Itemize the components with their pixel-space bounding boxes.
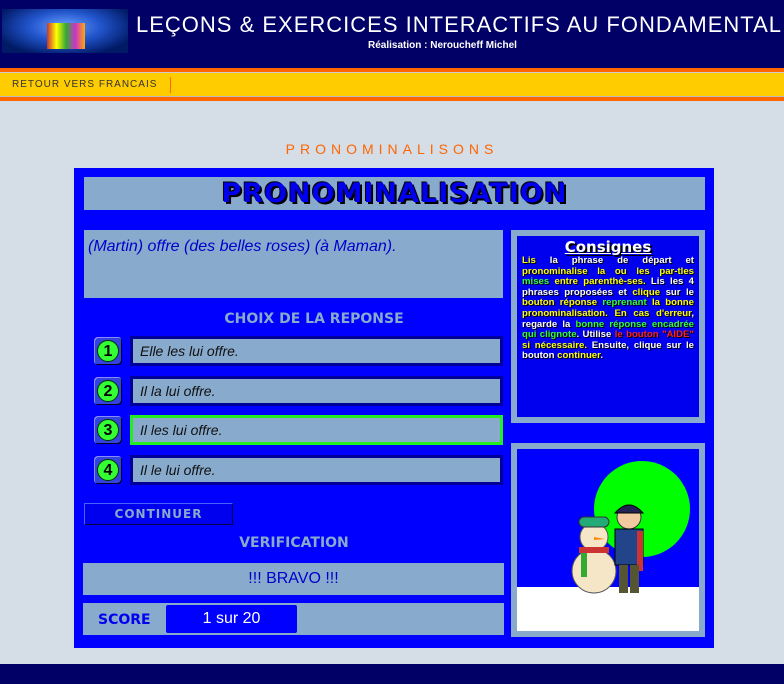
snowman-illustration xyxy=(517,449,699,631)
back-to-french-link[interactable]: RETOUR VERS FRANCAIS xyxy=(12,79,157,90)
exercise-panel: PRONOMINALISATION (Martin) offre (des be… xyxy=(74,168,714,648)
choice-number-3[interactable]: 3 xyxy=(94,416,122,444)
instruction-segment: continuer xyxy=(557,350,601,362)
number-badge: 2 xyxy=(97,380,119,402)
instruction-segment: la bonne xyxy=(651,297,694,309)
illustration-frame xyxy=(511,443,705,637)
instructions-box: Consignes Lis la phrase de départ et pro… xyxy=(511,230,705,423)
score-label: SCORE xyxy=(98,612,151,628)
instruction-segment: si nécessaire. xyxy=(522,339,588,351)
instruction-segment: la ou les par-tles xyxy=(597,265,694,277)
number-badge: 4 xyxy=(97,459,119,481)
instruction-segment: pronominalise xyxy=(522,265,598,277)
choice-number-2[interactable]: 2 xyxy=(94,377,122,405)
site-title: LEÇONS & EXERCICES INTERACTIFS AU FONDAM… xyxy=(136,12,783,37)
score-bar: SCORE 1 sur 20 xyxy=(83,603,504,635)
instruction-segment: le bouton "AIDE" xyxy=(614,329,694,341)
instruction-segment: bouton réponse xyxy=(522,297,603,309)
instructions-title: Consignes xyxy=(564,238,652,256)
kids-logo xyxy=(2,9,128,53)
score-value: 1 sur 20 xyxy=(166,605,297,633)
site-header: LEÇONS & EXERCICES INTERACTIFS AU FONDAM… xyxy=(0,0,784,68)
choice-button-3-correct[interactable]: Il les lui offre. xyxy=(130,415,503,445)
nav-separator xyxy=(170,77,171,93)
choice-button-2[interactable]: Il la lui offre. xyxy=(130,376,503,406)
choices-label: CHOIX DE LA REPONSE xyxy=(224,311,404,327)
instruction-segment: mises xyxy=(522,276,555,288)
nav-bar: RETOUR VERS FRANCAIS xyxy=(0,72,784,96)
instruction-segment: pronominalisation. xyxy=(522,307,608,319)
instruction-segment: entre parenthè-ses. xyxy=(554,276,646,288)
instruction-segment: sur le xyxy=(665,286,695,298)
number-badge: 1 xyxy=(97,340,119,362)
instructions-text: Lis la phrase de départ et pronominalise… xyxy=(522,255,695,362)
page-footer xyxy=(0,664,784,684)
choice-number-4[interactable]: 4 xyxy=(94,456,122,484)
verification-result: !!! BRAVO !!! xyxy=(83,563,504,595)
continue-button[interactable]: CONTINUER xyxy=(84,503,233,525)
start-sentence: (Martin) offre (des belles roses) (à Mam… xyxy=(84,230,503,298)
instruction-segment: la phrase de départ et xyxy=(549,255,695,266)
page-heading: PRONOMINALISONS xyxy=(285,141,499,157)
choice-number-1[interactable]: 1 xyxy=(94,337,122,365)
instruction-segment: En cas d'erreur xyxy=(607,307,692,319)
exercise-title: PRONOMINALISATION xyxy=(221,178,568,209)
choice-button-4[interactable]: Il le lui offre. xyxy=(130,455,503,485)
child-icon xyxy=(613,504,645,593)
number-badge: 3 xyxy=(97,419,119,441)
instruction-segment: . xyxy=(600,350,604,362)
instruction-segment: reprenant xyxy=(602,297,652,309)
instruction-segment: . Utilise xyxy=(576,329,615,341)
divider xyxy=(0,96,784,101)
verification-label: VERIFICATION xyxy=(239,535,349,551)
author-credit: Réalisation : Neroucheff Michel xyxy=(368,40,517,51)
exercise-title-bar: PRONOMINALISATION xyxy=(84,177,705,210)
choice-button-1[interactable]: Elle les lui offre. xyxy=(130,336,503,366)
instruction-segment: Lis xyxy=(522,255,550,266)
instruction-segment: clique xyxy=(632,286,666,298)
